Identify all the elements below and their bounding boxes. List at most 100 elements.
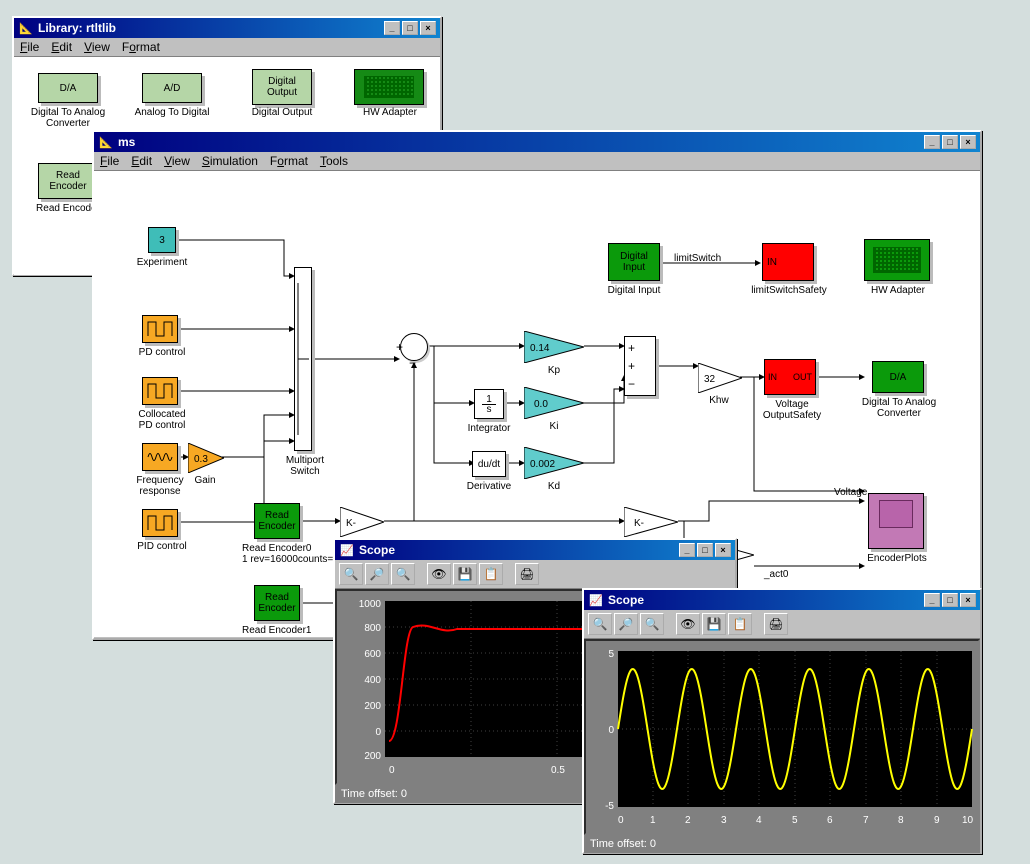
- save-config-icon[interactable]: 💾: [702, 613, 726, 635]
- label-ad: Analog To Digital: [132, 107, 212, 118]
- svg-text:2: 2: [685, 815, 691, 826]
- svg-text:K-: K-: [346, 518, 356, 529]
- close-button[interactable]: ×: [715, 543, 731, 557]
- menu-edit[interactable]: Edit: [51, 40, 72, 54]
- block-limit-switch-safety[interactable]: IN: [762, 243, 814, 281]
- svg-text:6: 6: [827, 815, 833, 826]
- block-pid[interactable]: [142, 509, 178, 537]
- menu-view[interactable]: View: [84, 40, 110, 54]
- ms-menubar: File Edit View Simulation Format Tools: [94, 152, 980, 171]
- scope-icon: 📈: [588, 592, 604, 608]
- block-derivative[interactable]: du/dt: [472, 451, 506, 477]
- block-da-out[interactable]: D/A: [872, 361, 924, 393]
- block-pd[interactable]: [142, 315, 178, 343]
- label-hw: HW Adapter: [350, 107, 430, 118]
- print-icon[interactable]: 🖨: [764, 613, 788, 635]
- block-khw[interactable]: 32: [698, 363, 742, 393]
- block-kd[interactable]: 0.002: [524, 447, 584, 479]
- label-gain: Gain: [190, 475, 220, 486]
- block-ki[interactable]: 0.0: [524, 387, 584, 419]
- block-sum2[interactable]: ++−: [624, 336, 656, 396]
- block-read-encoder0[interactable]: Read Encoder: [254, 503, 300, 539]
- block-read-encoder1[interactable]: Read Encoder: [254, 585, 300, 621]
- scope1-titlebar[interactable]: 📈 Scope _ □ ×: [335, 540, 735, 560]
- block-integrator[interactable]: 1s: [474, 389, 504, 419]
- zoom-in-icon[interactable]: 🔍: [588, 613, 612, 635]
- library-titlebar[interactable]: 📐 Library: rtltlib _ □ ×: [14, 18, 440, 38]
- svg-text:−: −: [628, 377, 635, 391]
- svg-text:4: 4: [756, 815, 762, 826]
- label-derivative: Derivative: [462, 481, 516, 492]
- block-hw[interactable]: [354, 69, 424, 105]
- separator: [417, 563, 425, 585]
- menu-simulation[interactable]: Simulation: [202, 154, 258, 168]
- menu-format[interactable]: Format: [122, 40, 160, 54]
- block-re[interactable]: Read Encoder: [38, 163, 98, 199]
- zoom-y-icon[interactable]: 🔍: [391, 563, 415, 585]
- block-encoder-plots[interactable]: [868, 493, 924, 549]
- svg-text:0: 0: [389, 765, 395, 776]
- menu-file[interactable]: File: [20, 40, 39, 54]
- block-digital-input[interactable]: Digital Input: [608, 243, 660, 281]
- label-vos: Voltage OutputSafety: [756, 399, 828, 421]
- save-config-icon[interactable]: 💾: [453, 563, 477, 585]
- block-cpd[interactable]: [142, 377, 178, 405]
- minimize-button[interactable]: _: [384, 21, 400, 35]
- zoom-x-icon[interactable]: 🔎: [614, 613, 638, 635]
- zoom-y-icon[interactable]: 🔍: [640, 613, 664, 635]
- block-experiment[interactable]: 3: [148, 227, 176, 253]
- zoom-in-icon[interactable]: 🔍: [339, 563, 363, 585]
- ms-titlebar[interactable]: 📐 ms _ □ ×: [94, 132, 980, 152]
- svg-text:0: 0: [608, 725, 614, 736]
- svg-text:0: 0: [375, 727, 381, 738]
- scope1-title: Scope: [359, 543, 677, 557]
- scope2-titlebar[interactable]: 📈 Scope _ □ ×: [584, 590, 980, 610]
- matlab-icon: 📐: [98, 134, 114, 150]
- label-cpd: Collocated PD control: [132, 409, 192, 431]
- maximize-button[interactable]: □: [942, 593, 958, 607]
- svg-text:800: 800: [364, 623, 381, 634]
- separator: [666, 613, 674, 635]
- label-freq: Frequency response: [128, 475, 192, 497]
- minimize-button[interactable]: _: [679, 543, 695, 557]
- block-da[interactable]: D/A: [38, 73, 98, 103]
- block-dout[interactable]: Digital Output: [252, 69, 312, 105]
- svg-text:5: 5: [608, 649, 614, 660]
- minimize-button[interactable]: _: [924, 135, 940, 149]
- block-gain[interactable]: 0.3: [188, 443, 224, 473]
- block-kp[interactable]: 0.14: [524, 331, 584, 363]
- zoom-x-icon[interactable]: 🔎: [365, 563, 389, 585]
- maximize-button[interactable]: □: [942, 135, 958, 149]
- close-button[interactable]: ×: [960, 135, 976, 149]
- menu-tools[interactable]: Tools: [320, 154, 348, 168]
- menu-view[interactable]: View: [164, 154, 190, 168]
- menu-format[interactable]: Format: [270, 154, 308, 168]
- block-multiport-switch[interactable]: [294, 267, 312, 451]
- properties-icon[interactable]: 📋: [479, 563, 503, 585]
- minimize-button[interactable]: _: [924, 593, 940, 607]
- block-voltage-output-safety[interactable]: IN OUT: [764, 359, 816, 395]
- menu-edit[interactable]: Edit: [131, 154, 152, 168]
- close-button[interactable]: ×: [420, 21, 436, 35]
- label-ki: Ki: [542, 421, 566, 432]
- print-icon[interactable]: 🖨: [515, 563, 539, 585]
- svg-text:0.002: 0.002: [530, 459, 555, 470]
- block-sum[interactable]: + −: [400, 333, 428, 361]
- autoscale-icon[interactable]: 👁: [427, 563, 451, 585]
- svg-text:8: 8: [898, 815, 904, 826]
- autoscale-icon[interactable]: 👁: [676, 613, 700, 635]
- properties-icon[interactable]: 📋: [728, 613, 752, 635]
- label-experiment: Experiment: [134, 257, 190, 268]
- block-counts2cm[interactable]: K-: [340, 507, 384, 537]
- block-hw-adapter[interactable]: [864, 239, 930, 281]
- label-digital-input: Digital Input: [604, 285, 664, 296]
- block-cm2counts[interactable]: K-: [624, 507, 678, 537]
- maximize-button[interactable]: □: [697, 543, 713, 557]
- label-act0: _act0: [764, 569, 788, 580]
- block-ad[interactable]: A/D: [142, 73, 202, 103]
- menu-file[interactable]: File: [100, 154, 119, 168]
- label-encoder-plots: EncoderPlots: [862, 553, 932, 564]
- maximize-button[interactable]: □: [402, 21, 418, 35]
- close-button[interactable]: ×: [960, 593, 976, 607]
- block-freq[interactable]: [142, 443, 178, 471]
